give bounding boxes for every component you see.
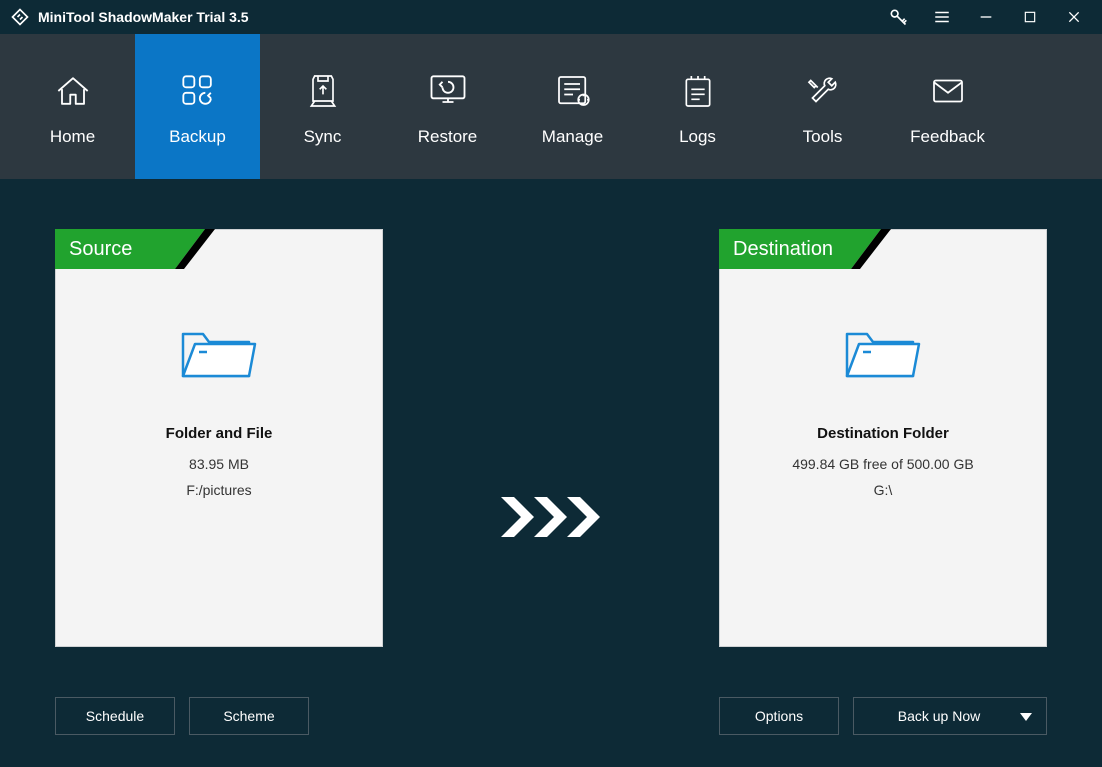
nav-sync[interactable]: Sync bbox=[260, 34, 385, 179]
home-icon bbox=[51, 67, 95, 115]
source-size: 83.95 MB bbox=[189, 456, 249, 472]
nav-restore[interactable]: Restore bbox=[385, 34, 510, 179]
nav-manage[interactable]: Manage bbox=[510, 34, 635, 179]
nav-label: Tools bbox=[803, 127, 843, 147]
source-tab-label: Source bbox=[69, 238, 132, 261]
workspace: Source bbox=[0, 179, 1102, 767]
feedback-icon bbox=[927, 67, 969, 115]
tools-icon bbox=[802, 67, 844, 115]
backup-now-button[interactable]: Back up Now bbox=[853, 697, 1047, 735]
close-button[interactable] bbox=[1052, 0, 1096, 34]
tab-slant bbox=[851, 229, 891, 269]
nav-label: Restore bbox=[418, 127, 478, 147]
minimize-button[interactable] bbox=[964, 0, 1008, 34]
tab-slant bbox=[175, 229, 215, 269]
app-title: MiniTool ShadowMaker Trial 3.5 bbox=[38, 9, 249, 25]
transfer-arrows-icon bbox=[496, 492, 606, 545]
nav-label: Sync bbox=[304, 127, 342, 147]
options-button[interactable]: Options bbox=[719, 697, 839, 735]
action-bar: Schedule Scheme Options Back up Now bbox=[55, 697, 1047, 735]
maximize-button[interactable] bbox=[1008, 0, 1052, 34]
destination-panel[interactable]: Destination Destination Folder 499.84 GB… bbox=[719, 229, 1047, 647]
options-label: Options bbox=[755, 708, 803, 724]
key-icon[interactable] bbox=[876, 0, 920, 34]
source-path: F:/pictures bbox=[186, 482, 251, 498]
sync-icon bbox=[303, 67, 343, 115]
source-tab: Source bbox=[55, 229, 215, 269]
source-title: Folder and File bbox=[166, 425, 273, 442]
nav-label: Manage bbox=[542, 127, 603, 147]
schedule-label: Schedule bbox=[86, 708, 144, 724]
nav-logs[interactable]: Logs bbox=[635, 34, 760, 179]
logs-icon bbox=[678, 67, 718, 115]
folder-open-icon bbox=[177, 320, 261, 387]
source-panel[interactable]: Source bbox=[55, 229, 383, 647]
nav-label: Feedback bbox=[910, 127, 985, 147]
manage-icon bbox=[552, 67, 594, 115]
restore-icon bbox=[425, 67, 471, 115]
nav-backup[interactable]: Backup bbox=[135, 34, 260, 179]
titlebar: MiniTool ShadowMaker Trial 3.5 bbox=[0, 0, 1102, 34]
app-logo-icon bbox=[10, 7, 30, 30]
scheme-label: Scheme bbox=[223, 708, 274, 724]
scheme-button[interactable]: Scheme bbox=[189, 697, 309, 735]
caret-down-icon bbox=[1020, 708, 1032, 724]
backup-icon bbox=[176, 67, 220, 115]
nav-tools[interactable]: Tools bbox=[760, 34, 885, 179]
nav-home[interactable]: Home bbox=[10, 34, 135, 179]
nav-feedback[interactable]: Feedback bbox=[885, 34, 1010, 179]
nav-label: Logs bbox=[679, 127, 716, 147]
nav-label: Home bbox=[50, 127, 95, 147]
destination-free: 499.84 GB free of 500.00 GB bbox=[792, 456, 973, 472]
main-nav: Home Backup Sync bbox=[0, 34, 1102, 179]
backup-now-label: Back up Now bbox=[898, 708, 980, 724]
nav-label: Backup bbox=[169, 127, 226, 147]
schedule-button[interactable]: Schedule bbox=[55, 697, 175, 735]
destination-tab-label: Destination bbox=[733, 238, 833, 261]
menu-icon[interactable] bbox=[920, 0, 964, 34]
destination-title: Destination Folder bbox=[817, 425, 949, 442]
folder-open-icon bbox=[841, 320, 925, 387]
destination-path: G:\ bbox=[874, 482, 893, 498]
destination-tab: Destination bbox=[719, 229, 891, 269]
